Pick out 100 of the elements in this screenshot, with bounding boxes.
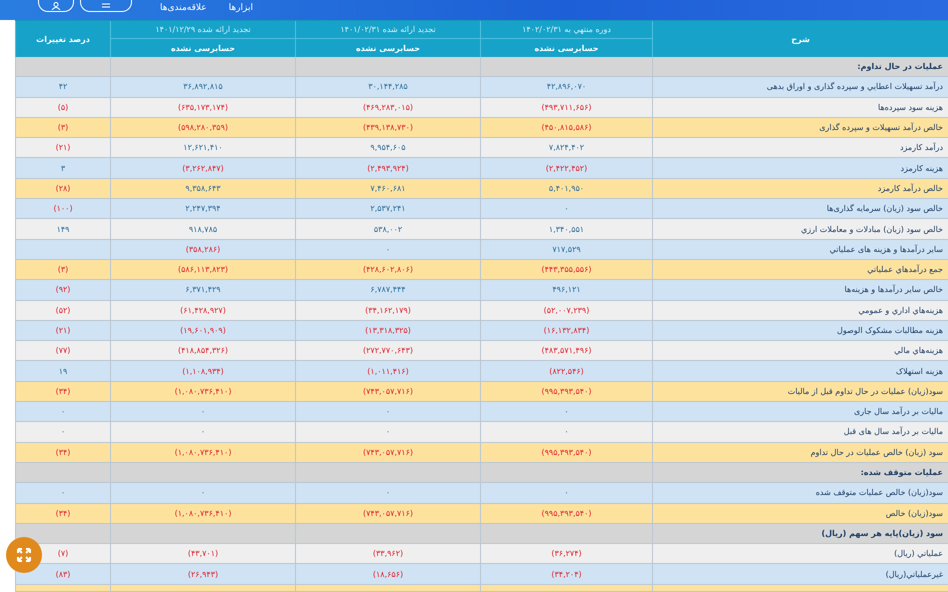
table-cell: ۷,۸۲۴,۴۰۲ bbox=[480, 138, 652, 158]
row-label: خالص سود (زیان) سرمایه گذاری‌ها bbox=[652, 199, 948, 220]
row-label: سود(زیان) خالص bbox=[652, 504, 948, 524]
row-label: غیرعملیاتي(ریال) bbox=[652, 564, 948, 585]
row-label: خالص درآمد کارمزد bbox=[652, 178, 948, 200]
table-cell: (۷۴۳,۰۵۷,۷۱۶) bbox=[295, 382, 480, 402]
table-cell: (۹۹۵,۳۹۳,۵۴۰) bbox=[480, 504, 652, 524]
table-cell: (۳۴,۱۶۲,۱۷۹) bbox=[295, 300, 480, 321]
row-label: هزینه کارمزد bbox=[652, 158, 948, 179]
expand-icon bbox=[16, 547, 32, 563]
table-cell: (۳) bbox=[15, 260, 110, 280]
table-cell: (۲,۴۹۳,۹۲۴) bbox=[295, 158, 480, 179]
table-cell: (۱,۱۰۸,۹۳۴) bbox=[110, 361, 295, 382]
column-header: درصد تغییرات bbox=[15, 21, 110, 57]
menu-button[interactable] bbox=[80, 0, 132, 12]
table-cell: (۶۱,۴۲۸,۹۲۷) bbox=[110, 300, 295, 321]
table-cell: ۰ bbox=[15, 422, 110, 443]
table-cell: (۹۹۵,۳۹۳,۵۴۰) bbox=[480, 382, 652, 402]
table-cell: ۲,۵۳۷,۲۴۱ bbox=[295, 199, 480, 220]
table-cell: (۵۸۶,۱۱۳,۸۲۳) bbox=[110, 260, 295, 280]
table-cell: (۷۷) bbox=[15, 341, 110, 362]
table-cell: ۰ bbox=[480, 483, 652, 504]
table-cell: ۰ bbox=[295, 483, 480, 504]
table-cell: (۱۰۰) bbox=[15, 199, 110, 220]
table-cell: (۴۸۳,۵۷۱,۴۹۶) bbox=[480, 341, 652, 362]
table-cell: ۲,۲۴۷,۳۹۴ bbox=[110, 199, 295, 220]
user-button[interactable] bbox=[38, 0, 74, 12]
table-cell: (۱۹,۶۰۱,۹۰۹) bbox=[110, 320, 295, 342]
table-cell: ۵۳۸,۰۰۲ bbox=[295, 219, 480, 240]
table-cell: ۴۲ bbox=[15, 77, 110, 98]
column-header: تجدید ارائه شده ۱۴۰۱/۱۲/۲۹ bbox=[110, 21, 295, 38]
table-cell: (۷۴۳,۰۵۷,۷۱۶) bbox=[295, 442, 480, 463]
row-label: هزینه سود سپرده‌ها bbox=[652, 98, 948, 118]
table-cell: (۳) bbox=[15, 118, 110, 138]
table-cell: ۱,۳۴۰,۵۵۱ bbox=[480, 219, 652, 240]
row-label: هزینه‌هاي اداري و عمومي bbox=[652, 300, 948, 321]
table-cell: (۳۵۸,۲۸۶) bbox=[110, 240, 295, 260]
table-cell: ۰ bbox=[480, 199, 652, 220]
table-cell: ۰ bbox=[295, 240, 480, 260]
row-label: هزینه استهلاک bbox=[652, 361, 948, 382]
row-label: مالیات بر درآمد سال جاری bbox=[652, 402, 948, 422]
row-label: هزینه مطالبات مشکوک الوصول bbox=[652, 320, 948, 342]
table-cell: (۲۶,۹۴۳) bbox=[110, 564, 295, 585]
column-header: شرح bbox=[652, 21, 948, 57]
table-cell: ۳۰,۱۴۴,۲۸۵ bbox=[295, 77, 480, 98]
user-icon bbox=[51, 2, 61, 10]
table-cell: ۰ bbox=[480, 422, 652, 443]
column-subheader: حسابرسی نشده bbox=[295, 38, 480, 57]
table-cell: (۲۱) bbox=[15, 138, 110, 158]
table-cell: (۴۵۰,۸۱۵,۵۸۶) bbox=[480, 118, 652, 138]
table-cell: (۹۹۵,۳۹۳,۵۴۰) bbox=[480, 442, 652, 463]
table-cell: (۱۶,۱۳۲,۸۳۴) bbox=[480, 320, 652, 342]
table-cell: ۴۹۶,۱۲۱ bbox=[480, 280, 652, 301]
row-label: هزینه‌هاي مالي bbox=[652, 341, 948, 362]
table-cell: ۶,۳۷۱,۴۲۹ bbox=[110, 280, 295, 301]
section-heading: عملیات متوقف شده: bbox=[652, 462, 948, 484]
nav-link[interactable]: علاقه‌مندی‌ها bbox=[160, 3, 207, 13]
row-label: خالص سایر درآمدها و هزینه‌ها bbox=[652, 280, 948, 301]
table-cell: (۴۱۸,۸۵۴,۳۲۶) bbox=[110, 341, 295, 362]
table-cell: (۱۳,۳۱۸,۳۲۵) bbox=[295, 320, 480, 342]
row-label: درآمد تسهیلات اعطایي و سپرده گذاری و اوراق بدهی bbox=[652, 77, 948, 98]
nav-link[interactable]: ابزارها bbox=[228, 3, 253, 13]
table-cell: ۱۴۹ bbox=[15, 219, 110, 240]
table-cell: ۱۲,۶۲۱,۴۱۰ bbox=[110, 138, 295, 158]
table-cell: (۳,۲۶۲,۸۴۷) bbox=[110, 158, 295, 179]
table-cell: (۳۴) bbox=[15, 382, 110, 402]
table-cell: (۴۴۳,۳۵۵,۵۵۶) bbox=[480, 260, 652, 280]
row-label: درآمد کارمزد bbox=[652, 138, 948, 158]
table-cell: ۷۱۷,۵۲۹ bbox=[480, 240, 652, 260]
table-cell: (۳۶,۲۷۴) bbox=[480, 544, 652, 564]
table-cell: (۱,۰۱۱,۴۱۶) bbox=[295, 361, 480, 382]
table-cell: (۱,۰۸۰,۷۳۶,۴۱۰) bbox=[110, 504, 295, 524]
table-cell: ۰ bbox=[15, 402, 110, 422]
table-cell: ۰ bbox=[110, 402, 295, 422]
row-label: سود(زیان) خالص عملیات متوقف شده bbox=[652, 483, 948, 504]
table-cell: ۶,۷۸۷,۴۴۴ bbox=[295, 280, 480, 301]
row-label: سود (زیان) خالص عملیات در حال تداوم bbox=[652, 442, 948, 463]
table-cell: ۰ bbox=[295, 402, 480, 422]
table-cell: (۵) bbox=[15, 98, 110, 118]
row-label: سود(زیان) عملیات در حال تداوم قبل از مالیات bbox=[652, 382, 948, 402]
table-cell: ۰ bbox=[110, 422, 295, 443]
row-label: مالیات بر درآمد سال های قبل bbox=[652, 422, 948, 443]
table-cell: (۳۳,۹۶۲) bbox=[295, 544, 480, 564]
table-cell: (۴۹۳,۷۱۱,۶۵۶) bbox=[480, 98, 652, 118]
table-cell: (۱,۰۸۰,۷۳۶,۴۱۰) bbox=[110, 442, 295, 463]
expand-button[interactable] bbox=[6, 537, 42, 573]
table-cell: (۴۳۹,۱۳۸,۷۳۰) bbox=[295, 118, 480, 138]
table-cell: (۴۳,۷۰۱) bbox=[110, 544, 295, 564]
table-cell: (۲,۴۲۲,۴۵۲) bbox=[480, 158, 652, 179]
table-cell: ۱۹ bbox=[15, 361, 110, 382]
table-cell: (۳۴,۲۰۴) bbox=[480, 564, 652, 585]
table-cell: (۹۲) bbox=[15, 280, 110, 301]
table-cell: ۰ bbox=[110, 483, 295, 504]
row-label: سایر درآمدها و هزینه های عملیاتي bbox=[652, 240, 948, 260]
table-cell: ۰ bbox=[295, 422, 480, 443]
section-heading: عملیات در حال تداوم: bbox=[652, 57, 948, 78]
column-header: تجدید ارائه شده ۱۴۰۱/۰۲/۳۱ bbox=[295, 21, 480, 38]
table-cell: (۲۷۲,۷۷۰,۶۴۳) bbox=[295, 341, 480, 362]
table-cell: (۳۴) bbox=[15, 504, 110, 524]
table-cell: ۳ bbox=[15, 158, 110, 179]
